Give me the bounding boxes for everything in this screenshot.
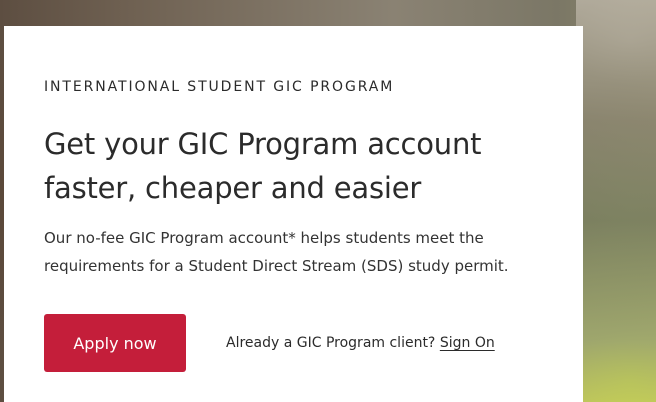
sign-on-link[interactable]: Sign On [440, 335, 495, 351]
client-prompt-text: Already a GIC Program client? [226, 335, 436, 351]
promo-card: INTERNATIONAL STUDENT GIC PROGRAM Get yo… [4, 26, 583, 402]
headline-line-1: Get your GIC Program account [44, 127, 482, 161]
description-line-2: requirements for a Student Direct Stream… [44, 257, 509, 275]
hero-banner: INTERNATIONAL STUDENT GIC PROGRAM Get yo… [0, 0, 656, 402]
background-photo [576, 0, 656, 402]
existing-client-prompt: Already a GIC Program client? Sign On [226, 335, 495, 351]
headline-line-2: faster, cheaper and easier [44, 171, 422, 205]
apply-now-button[interactable]: Apply now [44, 314, 186, 372]
eyebrow-label: INTERNATIONAL STUDENT GIC PROGRAM [44, 79, 395, 95]
description-line-1: Our no-fee GIC Program account* helps st… [44, 229, 484, 247]
description: Our no-fee GIC Program account* helps st… [44, 224, 543, 280]
page-title: Get your GIC Program account faster, che… [44, 122, 543, 210]
cta-row: Apply now Already a GIC Program client? … [44, 314, 543, 372]
